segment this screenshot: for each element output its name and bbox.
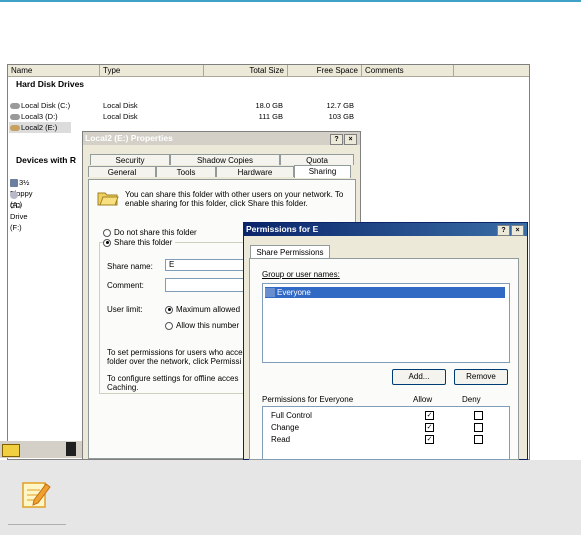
col-extra[interactable] (454, 65, 529, 76)
allow-full-control-checkbox[interactable]: ✓ (425, 411, 434, 420)
group-devices: Devices with R (16, 155, 76, 165)
list-item-everyone[interactable]: Everyone (265, 287, 505, 298)
tab-general[interactable]: General (88, 166, 156, 177)
comment-label: Comment: (107, 281, 144, 290)
tab-shadow-copies[interactable]: Shadow Copies (170, 154, 280, 165)
col-comments[interactable]: Comments (362, 65, 454, 76)
note-box (0, 460, 581, 535)
perm-change: Change (271, 423, 300, 432)
allow-read-checkbox[interactable]: ✓ (425, 435, 434, 444)
note-pencil-icon (20, 478, 52, 510)
table-row[interactable]: Local3 (D:) Local Disk 111 GB 103 GB (8, 111, 368, 122)
permissions-for-label: Permissions for Everyone (262, 395, 354, 404)
close-button[interactable]: × (511, 225, 524, 236)
share-folder-icon (97, 188, 119, 206)
radio-icon (103, 238, 111, 247)
help-button[interactable]: ? (330, 134, 343, 145)
share-name-label: Share name: (107, 262, 153, 271)
deny-full-control-checkbox[interactable] (474, 411, 483, 420)
deny-read-checkbox[interactable] (474, 435, 483, 444)
add-button[interactable]: Add... (392, 369, 446, 385)
permissions-title: Permissions for E (246, 224, 319, 234)
allow-number-radio[interactable]: Allow this number (165, 321, 239, 330)
tab-share-permissions[interactable]: Share Permissions (250, 245, 330, 259)
radio-icon (165, 321, 173, 330)
tab-tools[interactable]: Tools (156, 166, 216, 177)
note-divider (8, 524, 66, 525)
user-listbox[interactable]: Everyone (262, 283, 510, 363)
max-allowed-radio[interactable]: Maximum allowed (165, 305, 240, 314)
group-user-label: Group or user names: (262, 270, 340, 279)
do-not-share-radio[interactable]: Do not share this folder (103, 228, 197, 237)
perm-read: Read (271, 435, 291, 444)
cd-drive-icon (10, 191, 18, 200)
tab-sharing[interactable]: Sharing (294, 165, 351, 178)
remove-button[interactable]: Remove (454, 369, 508, 385)
permissions-dialog: Permissions for E ? × Share Permissions G… (243, 222, 528, 460)
share-intro-text: You can share this folder with other use… (125, 190, 344, 208)
allow-change-checkbox[interactable]: ✓ (425, 423, 434, 432)
table-row[interactable]: Local Disk (C:) Local Disk 18.0 GB 12.7 … (8, 100, 368, 111)
radio-icon (103, 228, 111, 237)
top-rule (0, 0, 581, 2)
share-this-radio[interactable]: Share this folder (103, 238, 176, 247)
table-row-selected[interactable]: Local2 (E:) (9, 122, 71, 133)
col-type[interactable]: Type (100, 65, 204, 76)
deny-header: Deny (462, 395, 481, 404)
users-group-icon (265, 288, 275, 298)
allow-header: Allow (413, 395, 433, 404)
group-hard-disk: Hard Disk Drives (16, 79, 85, 89)
permissions-titlebar[interactable]: Permissions for E ? × (244, 223, 527, 236)
help-button[interactable]: ? (497, 225, 510, 236)
permissions-hint-text: To set permissions for users who acce fo… (107, 348, 243, 366)
close-button[interactable]: × (344, 134, 357, 145)
column-header: Name Type Total Size Free Space Comments (8, 65, 529, 77)
properties-title: Local2 (E:) Properties (85, 133, 173, 143)
tab-quota[interactable]: Quota (280, 154, 354, 165)
col-name[interactable]: Name (8, 65, 100, 76)
taskbar (0, 441, 90, 458)
hard-disk-icon (10, 114, 20, 121)
shared-disk-icon (10, 125, 20, 132)
hard-disk-icon (10, 103, 20, 110)
properties-titlebar[interactable]: Local2 (E:) Properties ? × (83, 132, 360, 145)
col-total-size[interactable]: Total Size (204, 65, 288, 76)
user-limit-label: User limit: (107, 305, 143, 314)
taskbar-app-icon[interactable] (66, 442, 76, 456)
folder-icon[interactable] (2, 444, 20, 457)
col-free-space[interactable]: Free Space (288, 65, 362, 76)
floppy-icon (10, 179, 18, 188)
tab-hardware[interactable]: Hardware (216, 166, 294, 177)
deny-change-checkbox[interactable] (474, 423, 483, 432)
permissions-list: Full Control ✓ Change ✓ Read ✓ (262, 406, 510, 460)
perm-full-control: Full Control (271, 411, 312, 420)
offline-hint-text: To configure settings for offline acces … (107, 374, 239, 392)
share-permissions-panel: Group or user names: Everyone Add... Rem… (249, 258, 519, 460)
tab-security[interactable]: Security (90, 154, 170, 165)
radio-icon (165, 305, 173, 314)
